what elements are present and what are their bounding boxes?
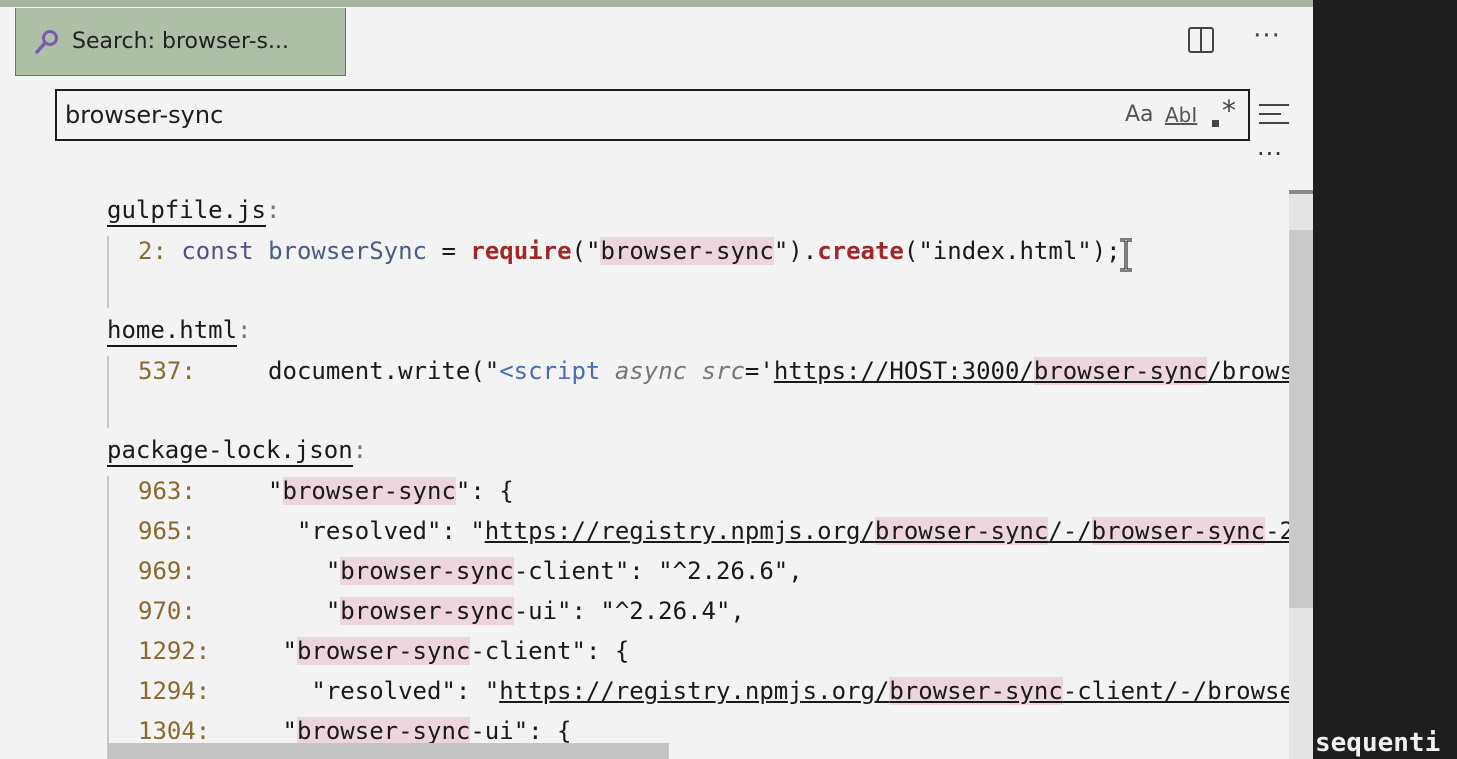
code-text: ("index.html"); (903, 237, 1121, 265)
code-text: document.write(" (195, 357, 500, 385)
line-number: 1292: (138, 637, 211, 665)
result-line[interactable]: 965: "resolved": "https://registry.npmjs… (138, 514, 1289, 548)
match-case-toggle[interactable]: Aa (1125, 100, 1154, 130)
horizontal-scrollbar-thumb[interactable] (107, 743, 669, 759)
file-name: gulpfile.js (107, 196, 266, 227)
match-highlight: browser-sync (1091, 517, 1266, 545)
file-name: package-lock.json (107, 436, 353, 467)
search-results: gulpfile.js: 2: const browserSync = requ… (0, 192, 1289, 759)
result-file-header[interactable]: package-lock.json: (107, 436, 367, 467)
toggle-search-details-button[interactable]: ··· (1257, 140, 1283, 168)
code-text: -ui": { (470, 717, 572, 745)
terminal-text: sequenti (1315, 728, 1441, 758)
regex-star-icon: * (1222, 94, 1236, 127)
result-file-header[interactable]: gulpfile.js: (107, 196, 280, 227)
result-file-header[interactable]: home.html: (107, 316, 252, 347)
match-highlight: browser-sync (296, 637, 471, 665)
text-cursor-icon (1120, 238, 1132, 272)
code-text: ": { (455, 477, 514, 505)
code-text: <script (499, 357, 601, 385)
match-highlight: browser-sync (282, 477, 456, 505)
code-text: "resolved": " (195, 517, 485, 545)
regex-dot-icon (1212, 120, 1219, 127)
match-highlight: browser-sync (600, 237, 774, 265)
match-highlight: browser-sync (1033, 357, 1208, 385)
match-highlight: browser-sync (340, 597, 514, 625)
line-number: 537: (138, 357, 196, 385)
result-line[interactable]: 970: "browser-sync-ui": "^2.26.4", (138, 594, 745, 628)
code-text: = (427, 237, 471, 265)
code-text: " (210, 637, 297, 665)
code-text: browserSync (268, 237, 428, 265)
match-highlight: browser-sync (296, 717, 471, 745)
search-input[interactable] (65, 91, 1105, 139)
line-number: 2: (138, 237, 167, 265)
use-regex-toggle[interactable]: * (1210, 96, 1240, 130)
search-editor: Search: browser-s... ··· Aa AbI * ··· gu… (0, 0, 1313, 759)
match-highlight: browser-sync (340, 557, 514, 585)
result-line[interactable]: 537: document.write("<script async src='… (138, 354, 1289, 388)
search-box: Aa AbI * (55, 89, 1250, 141)
code-text: /-/ (1048, 517, 1092, 545)
line-number: 1294: (138, 677, 211, 705)
code-text: https://registry.npmjs.org/ (484, 517, 875, 545)
match-highlight: browser-sync (874, 517, 1049, 545)
code-text: https://HOST:3000/ (773, 357, 1034, 385)
code-text: const (181, 237, 254, 265)
split-editor-icon[interactable] (1187, 26, 1215, 54)
code-text: /browser-sync-client.js (1207, 357, 1289, 385)
result-line[interactable]: 1294: "resolved": "https://registry.npmj… (138, 674, 1289, 708)
line-number: 970: (138, 597, 196, 625)
code-text: -client": "^2.26.6", (513, 557, 803, 585)
code-text: " (210, 717, 297, 745)
code-text: async (614, 357, 688, 385)
match-whole-word-toggle[interactable]: AbI (1165, 100, 1197, 130)
editor-actions: ··· (1153, 20, 1313, 62)
scrollbar-shadow (1289, 190, 1313, 194)
vertical-scrollbar-thumb[interactable] (1289, 230, 1313, 608)
code-text: -client": { (470, 637, 630, 665)
code-text: =' (744, 357, 774, 385)
line-number: 965: (138, 517, 196, 545)
match-highlight: browser-sync (889, 677, 1063, 705)
code-text: src (701, 357, 745, 385)
code-text: -2.26.7.tgz (1265, 517, 1289, 545)
code-text: " (195, 597, 341, 625)
result-line[interactable]: 963: "browser-sync": { (138, 474, 514, 508)
toggle-context-lines-button[interactable] (1259, 104, 1289, 128)
code-text: (" (571, 237, 601, 265)
code-text: https://registry.npmjs.org/ (499, 677, 890, 705)
line-number: 1304: (138, 717, 211, 745)
code-text: " (195, 557, 341, 585)
line-number: 969: (138, 557, 196, 585)
code-text: create (817, 237, 904, 265)
search-icon (35, 29, 58, 54)
title-strip (0, 0, 1313, 7)
line-number: 963: (138, 477, 196, 505)
tab-label: Search: browser-s... (72, 29, 289, 54)
tab-search-editor[interactable]: Search: browser-s... (15, 8, 346, 76)
code-text: -ui": "^2.26.4", (513, 597, 745, 625)
code-text: require (470, 237, 572, 265)
code-text: " (195, 477, 283, 505)
result-block-border (107, 476, 109, 759)
result-line[interactable]: 1292: "browser-sync-client": { (138, 634, 629, 668)
code-text: -client/-/browser-sync-client-2.26.6.tgz (1062, 677, 1289, 705)
terminal-panel: sequenti (1313, 0, 1457, 759)
result-block-border (107, 236, 109, 308)
result-block-border (107, 356, 109, 428)
code-text: "). (773, 237, 818, 265)
code-text: "resolved": " (210, 677, 500, 705)
result-line[interactable]: 2: const browserSync = require("browser-… (138, 234, 1121, 268)
more-actions-button[interactable]: ··· (1249, 23, 1285, 54)
result-line[interactable]: 969: "browser-sync-client": "^2.26.6", (138, 554, 803, 588)
file-name: home.html (107, 316, 238, 347)
